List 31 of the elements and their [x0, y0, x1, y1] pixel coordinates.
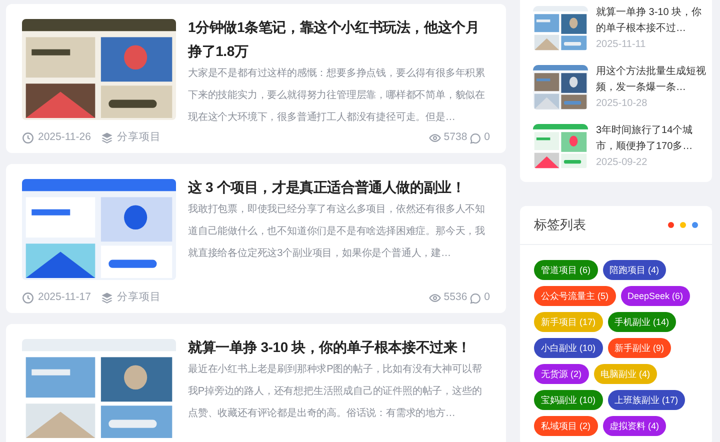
- recent-post-date: 2025-11-11: [596, 38, 647, 52]
- recent-post-date: 2025-09-22: [596, 156, 648, 170]
- tag[interactable]: 私域项目 (2): [534, 416, 598, 436]
- panel-title: 标签列表: [534, 216, 586, 234]
- post-title[interactable]: 这 3 个项目，才是真正适合普通人做的副业！: [188, 175, 490, 199]
- recent-post-title[interactable]: 用这个方法批量生成短视频，发一条爆一条…: [596, 64, 710, 96]
- tag[interactable]: 陪跑项目 (4): [602, 260, 666, 280]
- comment-count: 0: [484, 290, 490, 306]
- tag[interactable]: 手机副业 (14): [608, 312, 676, 332]
- post-excerpt: 我敢打包票，即使我已经分享了有这么多项目，依然还有很多人不知道自己能做什么，也不知道你们是不是有啥选择困难症。那今天，我就直接给各位定死这3个副业项目，如果你是个普通人，建…: [188, 202, 486, 261]
- tag[interactable]: DeepSeek (6): [620, 286, 690, 306]
- tag[interactable]: 管道项目 (6): [534, 260, 598, 280]
- recent-post-title[interactable]: 就算一单挣 3-10 块，你的单子根本接不过…: [596, 5, 710, 37]
- post-date: 2025-11-17: [38, 290, 91, 306]
- view-count: 5738: [444, 130, 468, 146]
- tag[interactable]: 宝妈副业 (10): [534, 390, 603, 410]
- view-count: 5536: [444, 290, 468, 306]
- tag[interactable]: 小白副业 (10): [534, 338, 603, 358]
- tag[interactable]: 上班族副业 (17): [608, 390, 686, 410]
- post-title[interactable]: 1分钟做1条笔记，靠这个小红书玩法，他这个月挣了1.8万: [188, 15, 490, 63]
- post-excerpt: 大家是不是都有过这样的感慨：想要多挣点钱，要么得有很多年积累下来的技能实力，要么就得努力往管理层靠，哪样都不简单，貌似在现在这个大环境下，很多普通打工人都没有捷径可走。但是…: [188, 66, 486, 125]
- post-excerpt: 最近在小红书上老是刷到那种求P图的帖子，比如有没有大神可以帮我P掉旁边的路人，还有想把生活照成自己的证件照的帖子，这些的点赞、收藏还有评论都是出奇的高。俗话说：有需求的地方…: [188, 362, 483, 421]
- recent-post-title[interactable]: 3年时间旅行了14个城市，顺便挣了170多…: [596, 123, 710, 155]
- tag[interactable]: 新手副业 (9): [608, 338, 672, 358]
- recent-post-date: 2025-10-28: [596, 97, 648, 111]
- comment-count: 0: [484, 130, 490, 146]
- tag[interactable]: 虚拟资料 (4): [602, 416, 666, 436]
- tag[interactable]: 公众号流量主 (5): [534, 286, 616, 306]
- tag[interactable]: 无货源 (2): [534, 364, 588, 384]
- post-title[interactable]: 就算一单挣 3-10 块，你的单子根本接不过来！: [188, 335, 490, 359]
- post-date: 2025-11-26: [38, 130, 91, 146]
